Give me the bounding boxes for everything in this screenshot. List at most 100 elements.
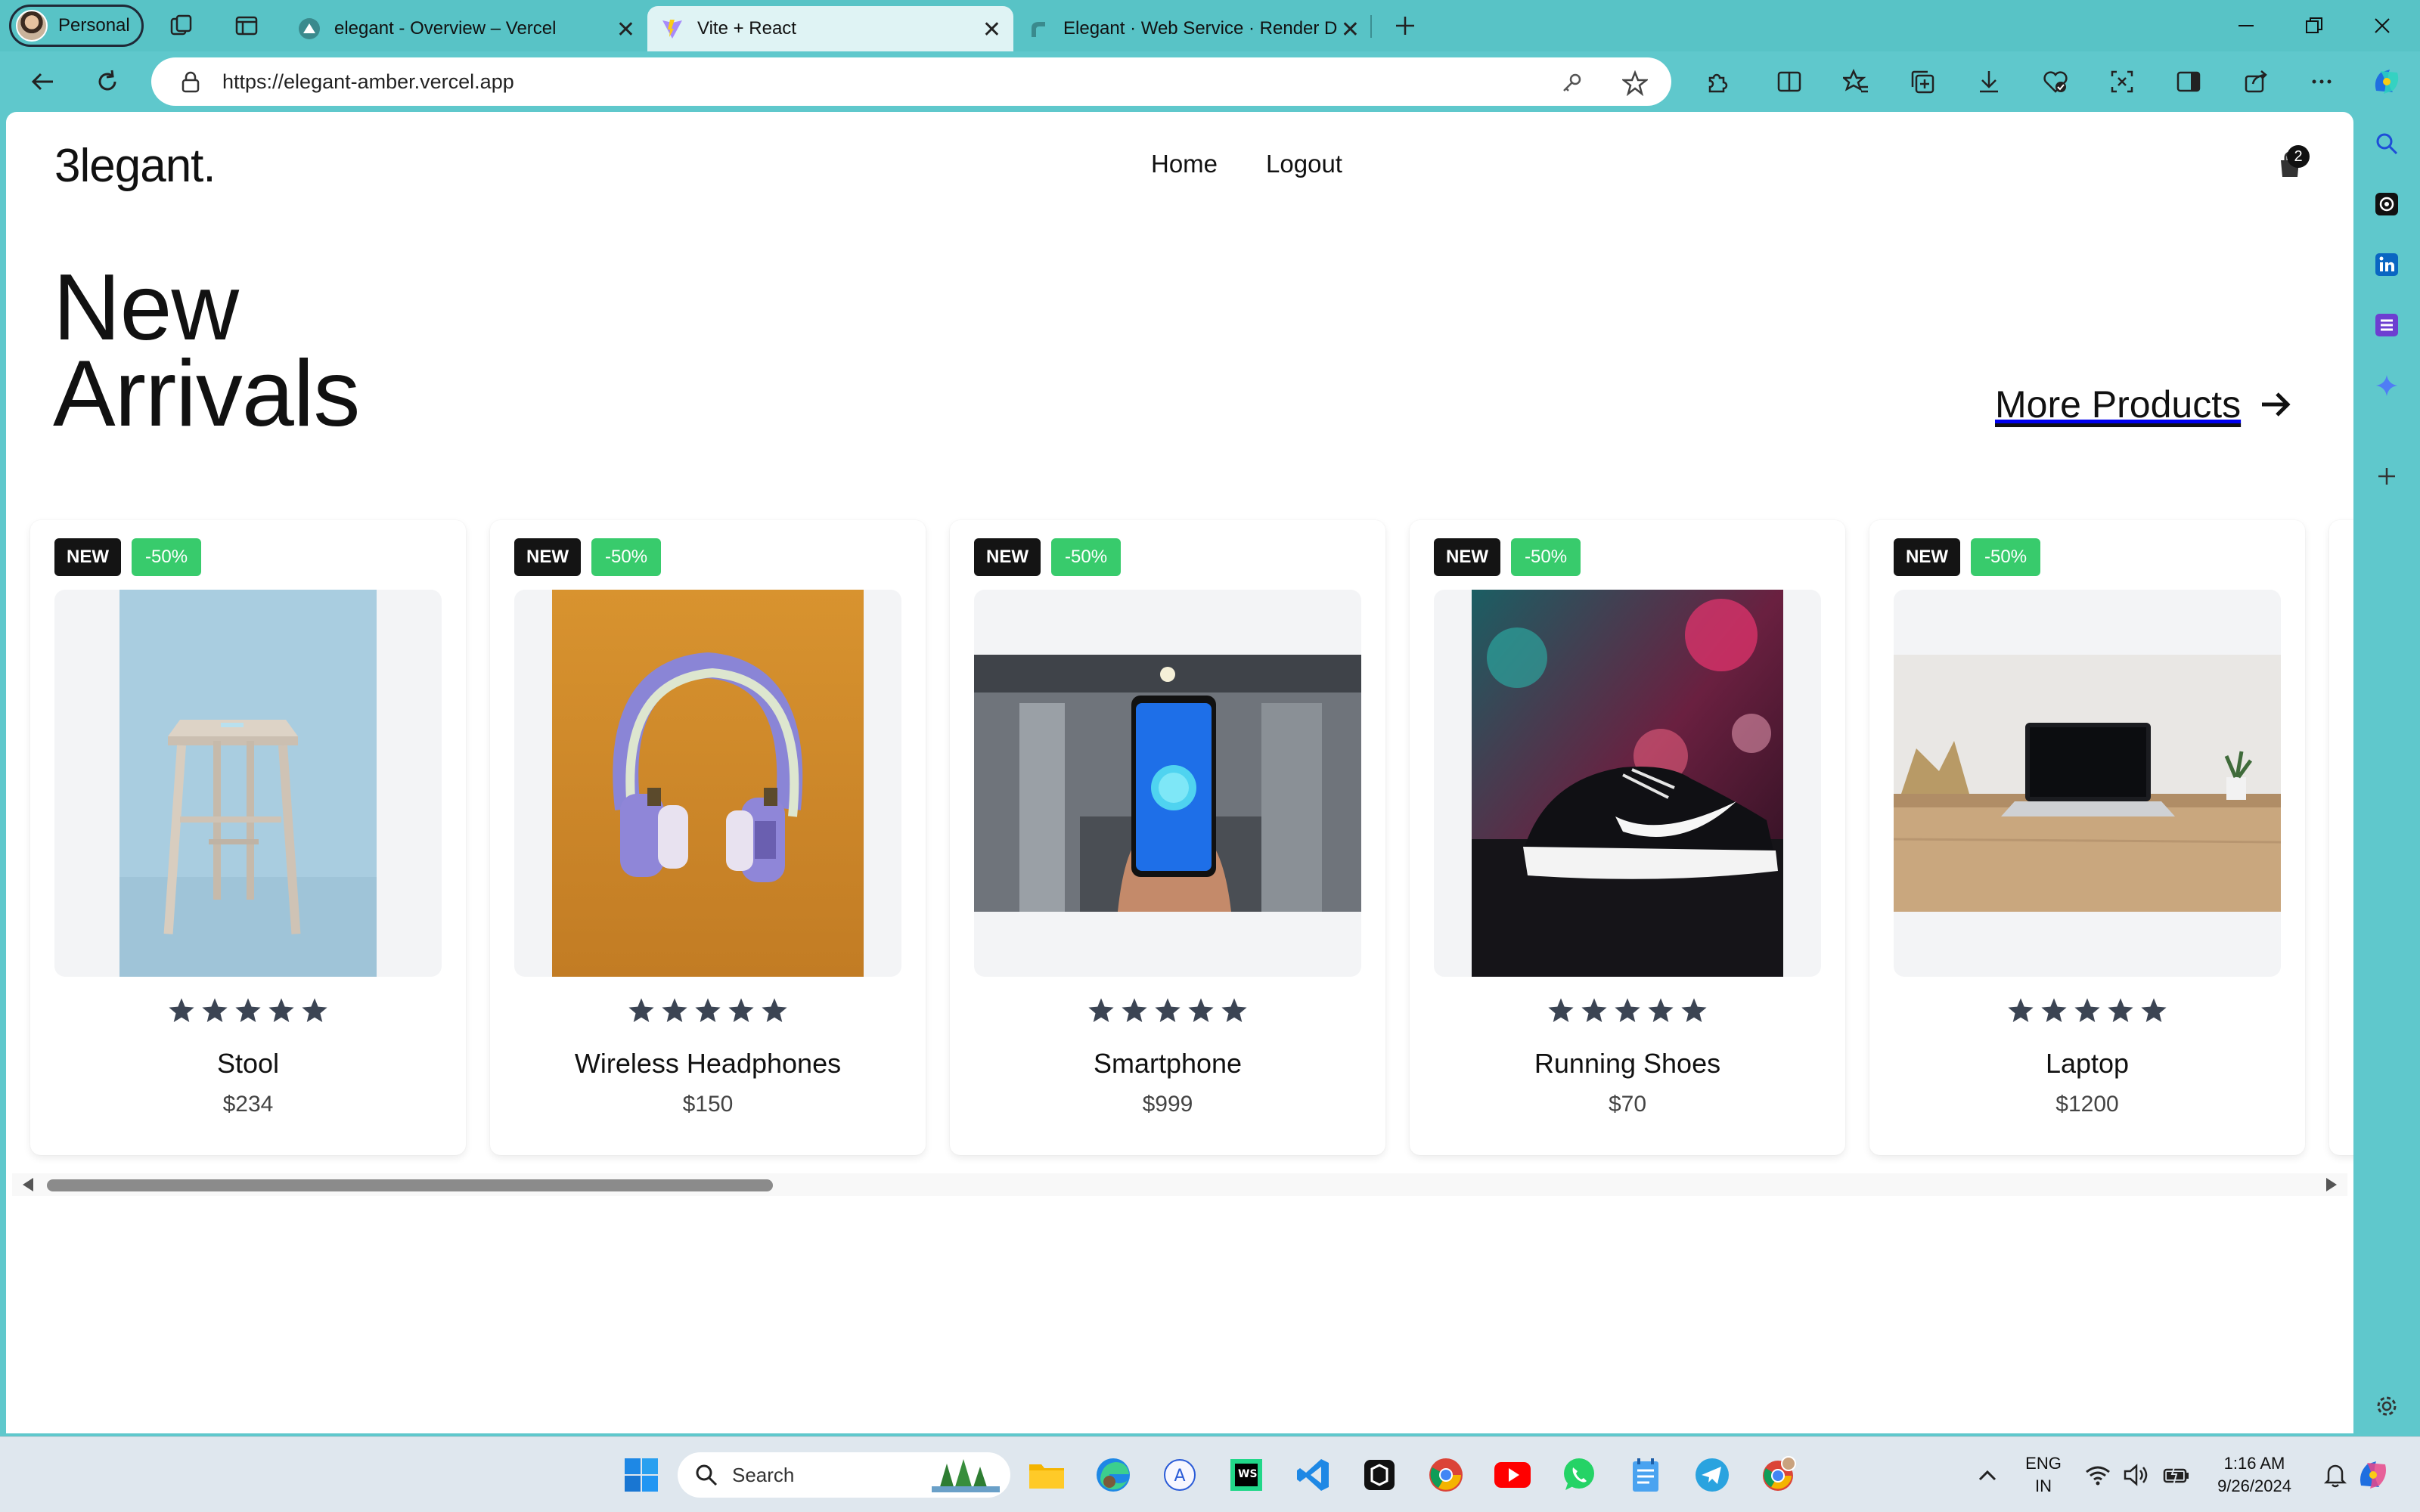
notepad-icon[interactable] <box>1624 1454 1667 1496</box>
windows-taskbar: Search A WS ENG IN 1:16 AM 9/26/2024 <box>0 1436 2420 1512</box>
tab-render[interactable]: Elegant · Web Service · Render D ✕ <box>1013 6 1372 51</box>
edge-icon[interactable] <box>1092 1454 1134 1496</box>
copilot-taskbar-icon[interactable] <box>2352 1454 2394 1496</box>
star-icon <box>268 998 294 1023</box>
star-icon <box>1221 998 1247 1023</box>
product-price: $70 <box>1608 1092 1647 1117</box>
file-explorer-icon[interactable] <box>1025 1454 1068 1496</box>
star-icon <box>1581 998 1607 1023</box>
rating-stars <box>490 996 926 1025</box>
product-image[interactable] <box>1434 590 1821 977</box>
product-name[interactable]: Smartphone <box>950 1048 1385 1080</box>
telegram-icon[interactable] <box>1691 1454 1733 1496</box>
box-app-icon[interactable] <box>1358 1454 1401 1496</box>
notifications-bell-icon[interactable] <box>2314 1454 2356 1496</box>
chrome-icon[interactable] <box>1425 1454 1467 1496</box>
close-tab-icon[interactable]: ✕ <box>982 17 1001 43</box>
split-screen-icon[interactable] <box>1773 65 1806 98</box>
product-card[interactable]: NEW -50% Stool $234 <box>30 520 466 1155</box>
add-sidebar-app-icon[interactable] <box>2370 460 2403 493</box>
linkedin-icon[interactable] <box>2370 248 2403 281</box>
close-tab-icon[interactable]: ✕ <box>616 17 635 43</box>
close-tab-icon[interactable]: ✕ <box>1341 17 1360 43</box>
product-card[interactable]: NEW -50% Running Shoes $70 <box>1410 520 1845 1155</box>
product-name[interactable]: Wireless Headphones <box>490 1048 926 1080</box>
taskbar-search[interactable]: Search <box>678 1452 1010 1498</box>
more-products-link[interactable]: More Products <box>1995 383 2292 426</box>
star-icon <box>1681 998 1707 1023</box>
scrollbar-thumb[interactable] <box>47 1179 773 1191</box>
product-name[interactable]: Running Shoes <box>1410 1048 1845 1080</box>
collections-icon[interactable] <box>1906 65 1939 98</box>
scroll-left-icon[interactable] <box>23 1178 33 1191</box>
chatgpt-icon[interactable] <box>2370 187 2403 221</box>
product-image[interactable] <box>1894 590 2281 977</box>
product-card[interactable]: NEW -50% Wireless Headphones $150 <box>490 520 926 1155</box>
volume-icon[interactable] <box>2116 1454 2158 1496</box>
horizontal-scrollbar[interactable] <box>12 1173 2347 1196</box>
tasks-icon[interactable] <box>2370 308 2403 342</box>
refresh-icon[interactable] <box>89 64 126 100</box>
new-tab-icon[interactable] <box>1390 11 1420 41</box>
cart-button[interactable]: 2 <box>2275 145 2310 180</box>
youtube-icon[interactable] <box>1491 1454 1534 1496</box>
nav-home-link[interactable]: Home <box>1151 150 1218 178</box>
show-hidden-icons-chevron-icon[interactable] <box>1966 1454 2009 1496</box>
webstorm-icon[interactable]: WS <box>1225 1454 1267 1496</box>
vite-icon <box>661 17 684 40</box>
chrome-profile-icon[interactable] <box>1758 1454 1800 1496</box>
lock-icon[interactable] <box>174 70 207 93</box>
sidebar-settings-icon[interactable] <box>2370 1390 2403 1423</box>
translate-icon[interactable]: A <box>1159 1454 1201 1496</box>
extensions-icon[interactable] <box>1700 65 1733 98</box>
windows-start-icon[interactable] <box>620 1454 662 1496</box>
restore-icon[interactable] <box>2291 9 2337 42</box>
star-icon <box>1548 998 1574 1023</box>
copilot-icon[interactable] <box>2370 65 2403 98</box>
site-logo[interactable]: 3legant. <box>54 139 216 193</box>
product-name[interactable]: Laptop <box>1869 1048 2305 1080</box>
designer-sparkle-icon[interactable] <box>2370 369 2403 402</box>
product-name[interactable]: Stool <box>30 1048 466 1080</box>
more-options-icon[interactable] <box>2305 65 2338 98</box>
whatsapp-icon[interactable] <box>1558 1454 1600 1496</box>
product-image[interactable] <box>514 590 901 977</box>
password-key-icon[interactable] <box>1556 68 1587 98</box>
close-window-icon[interactable] <box>2360 9 2405 42</box>
wifi-icon[interactable] <box>2077 1454 2119 1496</box>
star-icon <box>1155 998 1181 1023</box>
tab-vercel[interactable]: elegant - Overview – Vercel ✕ <box>284 6 647 51</box>
new-badge: NEW <box>514 538 581 576</box>
language-indicator[interactable]: ENG IN <box>2019 1452 2068 1498</box>
sidebar-toggle-icon[interactable] <box>2172 65 2205 98</box>
address-bar[interactable]: https://elegant-amber.vercel.app <box>151 57 1671 106</box>
scroll-right-icon[interactable] <box>2326 1178 2337 1191</box>
battery-icon[interactable] <box>2155 1454 2198 1496</box>
product-card[interactable]: NEW -50% Smartphone $999 <box>950 520 1385 1155</box>
product-card[interactable]: NEW -50% Laptop $1200 <box>1869 520 2305 1155</box>
rating-stars <box>1410 996 1845 1025</box>
product-image[interactable] <box>54 590 442 977</box>
svg-text:WS: WS <box>1238 1468 1258 1480</box>
back-icon[interactable] <box>24 64 60 100</box>
clock[interactable]: 1:16 AM 9/26/2024 <box>2198 1452 2311 1498</box>
minimize-icon[interactable] <box>2223 9 2269 42</box>
downloads-icon[interactable] <box>1972 65 2006 98</box>
workspaces-icon[interactable] <box>166 11 197 41</box>
tab-actions-icon[interactable] <box>231 11 262 41</box>
url-text[interactable]: https://elegant-amber.vercel.app <box>222 70 514 94</box>
profile-button[interactable]: Personal <box>9 5 144 47</box>
vscode-icon[interactable] <box>1292 1454 1334 1496</box>
favorites-icon[interactable] <box>1839 65 1872 98</box>
favorite-star-icon[interactable] <box>1620 68 1650 98</box>
tab-vite-react[interactable]: Vite + React ✕ <box>647 6 1013 51</box>
browser-essentials-icon[interactable] <box>2039 65 2072 98</box>
product-card[interactable] <box>2329 520 2353 1155</box>
star-icon <box>235 998 261 1023</box>
nav-logout-link[interactable]: Logout <box>1266 150 1342 178</box>
search-icon[interactable] <box>2370 127 2403 160</box>
star-icon <box>1648 998 1674 1023</box>
share-icon[interactable] <box>2240 65 2273 98</box>
screenshot-icon[interactable] <box>2105 65 2139 98</box>
product-image[interactable] <box>974 590 1361 977</box>
